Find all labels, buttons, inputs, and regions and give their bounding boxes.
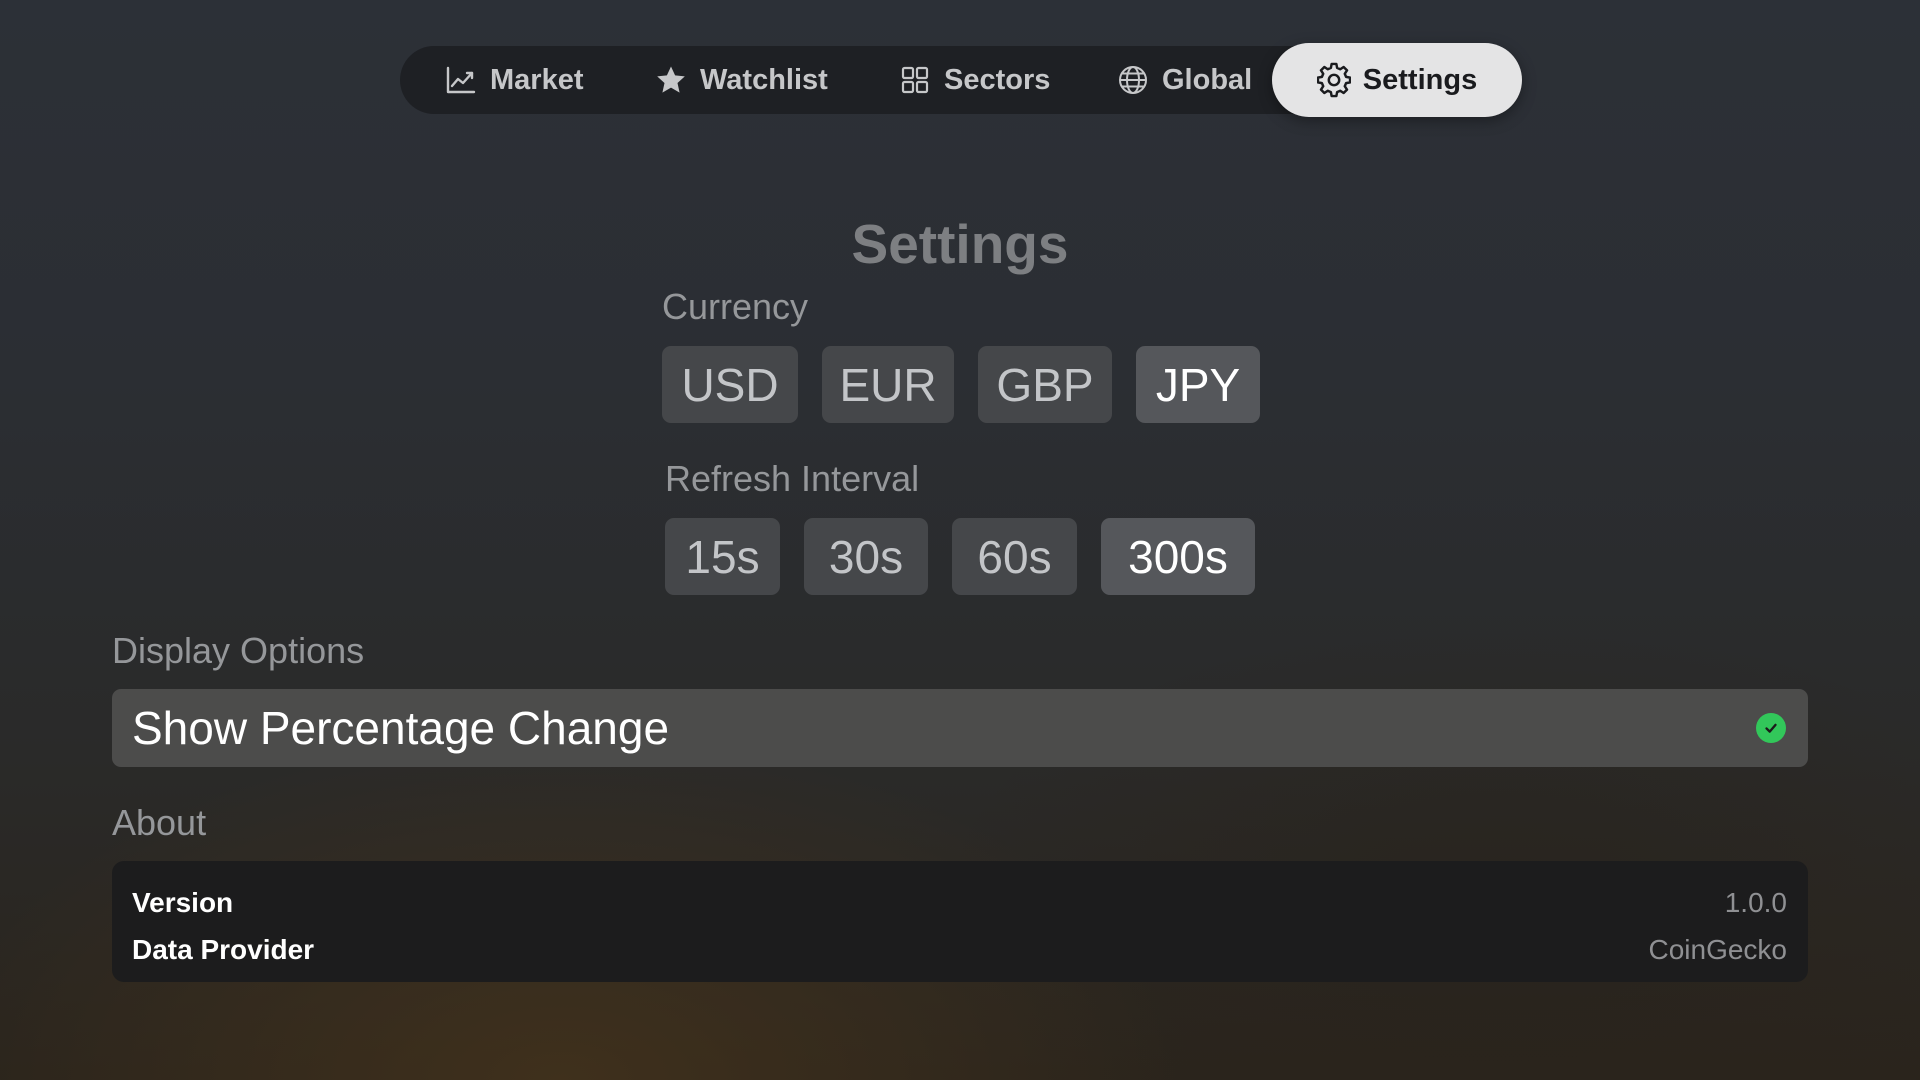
about-version-value: 1.0.0 [1724, 886, 1787, 918]
refresh-option-300s[interactable]: 300s [1101, 518, 1255, 595]
tab-sectors-label: Sectors [944, 63, 1051, 96]
currency-option-gbp[interactable]: GBP [978, 346, 1112, 423]
tab-settings[interactable]: Settings [1272, 43, 1522, 117]
gear-icon [1316, 62, 1351, 98]
about-card: Version 1.0.0 Data Provider CoinGecko [112, 861, 1808, 982]
tab-global-label: Global [1162, 63, 1253, 96]
chart-line-icon [444, 63, 478, 97]
about-row-data-provider: Data Provider CoinGecko [132, 926, 1787, 973]
about-section-label: About [112, 802, 207, 843]
tab-watchlist[interactable]: Watchlist [654, 46, 828, 114]
currency-option-eur[interactable]: EUR [822, 346, 954, 423]
currency-option-usd[interactable]: USD [662, 346, 798, 423]
refresh-option-60s[interactable]: 60s [952, 518, 1077, 595]
show-percentage-change-label: Show Percentage Change [132, 702, 670, 754]
star-icon [654, 63, 688, 97]
about-data-provider-key: Data Provider [132, 933, 315, 965]
display-options-section-label: Display Options [112, 630, 365, 671]
checkmark-circle-icon [1756, 713, 1786, 743]
globe-icon [1116, 63, 1150, 97]
tab-market[interactable]: Market [444, 46, 584, 114]
currency-section-label: Currency [662, 286, 809, 327]
grid-icon [898, 63, 932, 97]
about-data-provider-value: CoinGecko [1648, 933, 1787, 965]
tab-settings-label: Settings [1362, 63, 1478, 96]
refresh-option-30s[interactable]: 30s [804, 518, 928, 595]
tab-watchlist-label: Watchlist [700, 63, 828, 96]
tab-global[interactable]: Global [1116, 46, 1252, 114]
show-percentage-change-toggle[interactable]: Show Percentage Change [112, 689, 1808, 767]
currency-option-jpy[interactable]: JPY [1136, 346, 1260, 423]
tab-sectors[interactable]: Sectors [898, 46, 1050, 114]
tab-market-label: Market [490, 63, 584, 96]
refresh-interval-section-label: Refresh Interval [665, 458, 920, 499]
top-tab-bar: Market Watchlist Sectors Global Settings [400, 43, 1522, 117]
about-row-version: Version 1.0.0 [132, 879, 1787, 926]
refresh-option-15s[interactable]: 15s [665, 518, 780, 595]
page-title: Settings [851, 213, 1069, 275]
about-version-key: Version [132, 886, 234, 918]
